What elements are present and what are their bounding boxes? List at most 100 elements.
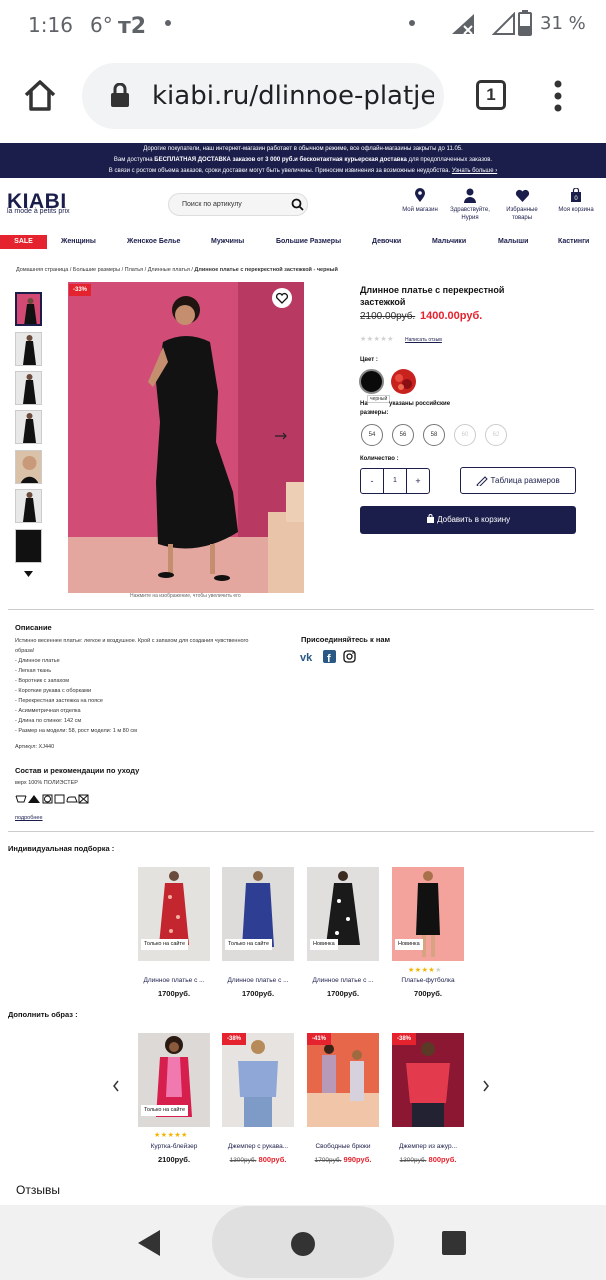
size-label-start: На [360, 401, 368, 407]
product-thumbnail[interactable] [15, 410, 42, 444]
quantity-plus-button[interactable]: + [406, 468, 430, 494]
breadcrumb-item[interactable]: Платья [125, 267, 143, 273]
breadcrumb-item[interactable]: Длинные платья [148, 267, 190, 273]
product-card-image [222, 1033, 294, 1127]
home-button-icon[interactable] [290, 1231, 316, 1257]
description-text: Истинно весеннее платье: легкое и воздуш… [15, 638, 249, 734]
instagram-icon[interactable] [343, 650, 356, 663]
vk-icon[interactable]: vk [300, 651, 316, 662]
product-card-name[interactable]: Длинное платье с ... [222, 977, 294, 984]
breadcrumb-item[interactable]: Домашняя страница [16, 267, 68, 273]
quantity-label: Количество : [360, 456, 399, 462]
product-thumbnail[interactable] [15, 332, 42, 366]
facebook-icon[interactable]: f [323, 650, 336, 663]
divider [8, 609, 594, 610]
product-thumbnail[interactable] [15, 371, 42, 405]
tab-switcher-button[interactable]: 1 [476, 80, 506, 110]
nav-girls[interactable]: Девочки [372, 238, 401, 245]
description-heading: Описание [15, 623, 52, 632]
discount-badge: -33% [69, 284, 91, 296]
search-input[interactable]: Поиск по артикулу [168, 193, 308, 216]
product-card-badge: Новинка [395, 939, 423, 950]
nav-castings[interactable]: Кастинги [558, 238, 589, 245]
size-option[interactable]: 56 [392, 424, 414, 446]
size-table-button[interactable]: Таблица размеров [460, 467, 576, 494]
size-option[interactable]: 54 [361, 424, 383, 446]
chevron-right-icon[interactable] [482, 1080, 490, 1092]
svg-text:f: f [327, 653, 331, 663]
chevron-left-icon[interactable] [112, 1080, 120, 1092]
product-card-badge: Новинка [310, 939, 338, 950]
write-review-link[interactable]: Написать отзыв [405, 337, 442, 343]
banner-learn-more-link[interactable]: Узнать больше › [452, 168, 497, 174]
product-card-price: 2100руб. [157, 1155, 191, 1164]
recommend-heading: Индивидуальная подборка : [8, 844, 115, 853]
product-card-name[interactable]: Джемпер из ажур... [392, 1143, 464, 1150]
care-symbols-icon [15, 794, 89, 804]
product-card-discount: -38% [392, 1033, 416, 1045]
status-temperature: 6° [90, 13, 113, 37]
ruler-icon [476, 476, 489, 488]
favorite-heart-icon[interactable] [271, 287, 293, 309]
product-card-name[interactable]: Длинное платье с ... [307, 977, 379, 984]
quantity-input[interactable]: 1 [383, 468, 407, 494]
product-card-rating: ★★★★★ [154, 1131, 188, 1139]
product-main-image[interactable] [68, 282, 304, 593]
product-card-name[interactable]: Куртка-блейзер [138, 1143, 210, 1150]
product-thumbnail[interactable] [15, 529, 42, 563]
next-image-arrow-icon[interactable] [274, 432, 288, 440]
product-card-name[interactable]: Платье-футболка [392, 977, 464, 984]
nav-boys[interactable]: Мальчики [432, 238, 466, 245]
star-filled-icon: ★ [414, 967, 422, 974]
nav-lingerie[interactable]: Женское Белье [127, 238, 180, 245]
svg-text:vk: vk [300, 652, 313, 662]
product-thumbnail[interactable] [15, 450, 42, 484]
color-swatch-red-floral[interactable] [391, 369, 416, 394]
size-option[interactable]: 58 [423, 424, 445, 446]
color-swatch-black[interactable] [359, 369, 384, 394]
divider [8, 831, 594, 832]
star-empty-icon: ★ [360, 336, 367, 343]
product-thumbnail[interactable] [15, 292, 42, 326]
nav-plus-sizes[interactable]: Большие Размеры [276, 238, 341, 245]
favorites-button[interactable]: Избранные товары [499, 188, 545, 222]
back-icon[interactable] [136, 1228, 164, 1258]
more-menu-icon[interactable] [552, 80, 564, 112]
star-filled-icon: ★ [154, 1132, 161, 1139]
status-bar: 1:16 6° т2 31 % [0, 0, 606, 50]
product-card-name[interactable]: Джемпер с рукава... [222, 1143, 294, 1150]
nav-men[interactable]: Мужчины [211, 238, 244, 245]
add-to-cart-button[interactable]: Добавить в корзину [360, 506, 576, 534]
quantity-minus-button[interactable]: - [360, 468, 384, 494]
product-card-price: 1300руб. 800руб. [399, 1155, 457, 1164]
banner-line-1: Дорогие покупатели, наш интернет-магазин… [143, 146, 463, 152]
size-option-unavailable[interactable]: 60 [454, 424, 476, 446]
product-photo [68, 282, 304, 593]
account-button[interactable]: Здравствуйте, Нурия [446, 188, 494, 222]
current-price: 1400.00руб. [420, 310, 483, 322]
url-bar[interactable]: kiabi.ru/dlinnoe-platje-s [82, 63, 444, 129]
color-label: Цвет : [360, 357, 378, 363]
nav-women[interactable]: Женщины [61, 238, 96, 245]
search-icon[interactable] [291, 198, 304, 211]
nav-babies[interactable]: Малыши [498, 238, 528, 245]
size-option-unavailable[interactable]: 62 [485, 424, 507, 446]
complete-look-heading: Дополнить образ : [8, 1010, 78, 1019]
cart-button[interactable]: 0 Моя корзина [553, 187, 599, 214]
recents-icon[interactable] [441, 1230, 467, 1256]
info-banner: Дорогие покупатели, наш интернет-магазин… [0, 143, 606, 178]
lock-icon [111, 83, 129, 107]
product-card-name[interactable]: Длинное платье с ... [138, 977, 210, 984]
nav-sale[interactable]: SALE [0, 235, 47, 249]
product-card-name[interactable]: Свободные брюки [307, 1143, 379, 1150]
star-filled-icon: ★ [181, 1132, 188, 1139]
home-icon[interactable] [22, 77, 58, 113]
reviews-heading[interactable]: Отзывы [16, 1183, 60, 1197]
product-thumbnail[interactable] [15, 489, 42, 523]
star-empty-icon: ★ [387, 336, 394, 343]
chevron-down-icon[interactable] [24, 571, 33, 577]
my-store-button[interactable]: Мой магазин [396, 188, 444, 214]
breadcrumb-item[interactable]: Большие размеры [73, 267, 120, 273]
product-title: Длинное платье с перекрестной застежкой [360, 285, 505, 307]
more-details-link[interactable]: подробнее [15, 815, 43, 821]
